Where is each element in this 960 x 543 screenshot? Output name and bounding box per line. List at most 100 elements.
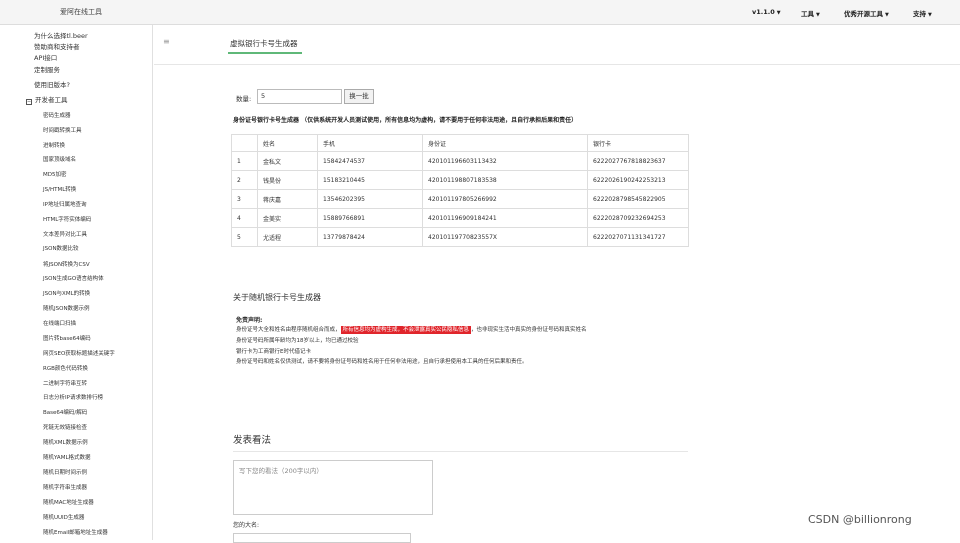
- sidebar-item[interactable]: 随机Email邮箱地址生成器: [43, 528, 108, 536]
- cell-id-card: 420101197805266992: [422, 189, 588, 209]
- sidebar-item[interactable]: JSON与XML的转换: [43, 289, 90, 297]
- tools-menu[interactable]: 工具 ▼: [801, 8, 820, 18]
- count-input[interactable]: 5: [257, 89, 342, 104]
- cell-bank-card: 6222028798545822905: [587, 189, 689, 209]
- menu-toggle-icon[interactable]: ≡: [163, 37, 170, 46]
- cell-name: 金私文: [257, 151, 318, 171]
- sidebar-item[interactable]: 随机MAC地址生成器: [43, 498, 94, 506]
- generator-notice: 身份证号银行卡号生成器 （仅供系统开发人员测试使用，所有信息均为虚构，请不要用于…: [233, 117, 578, 124]
- active-tab-indicator: [228, 52, 302, 54]
- sidebar-item[interactable]: 随机UUID生成器: [43, 513, 84, 521]
- column-header: 手机: [317, 134, 423, 152]
- sidebar-item[interactable]: 随机XML数据示例: [43, 438, 88, 446]
- sidebar-item[interactable]: 密码生成器: [43, 111, 71, 119]
- sidebar-item[interactable]: 文本差异对比工具: [43, 230, 87, 238]
- refresh-button[interactable]: 换一批: [344, 89, 374, 104]
- cell-id-card: 420101198807183538: [422, 170, 588, 190]
- cell-index: 3: [231, 189, 258, 209]
- sidebar-item[interactable]: 网页SEO获取标题描述关键字: [43, 349, 115, 357]
- table-row: 3 蒋庆嘉 13546202395 420101197805266992 622…: [231, 189, 689, 209]
- collapse-icon[interactable]: −: [26, 99, 32, 105]
- sidebar-item[interactable]: 死链无效链接检查: [43, 423, 87, 431]
- sidebar-item[interactable]: 随机JSON数据示例: [43, 304, 90, 312]
- cell-name: 蒋庆嘉: [257, 189, 318, 209]
- caret-down-icon: ▼: [816, 12, 820, 18]
- sidebar-item[interactable]: 将JSON转换为CSV: [43, 260, 90, 268]
- table-row: 1 金私文 15842474537 420101196603113432 622…: [231, 151, 689, 171]
- sidebar-group-dev-tools[interactable]: − 开发者工具: [26, 94, 68, 105]
- sidebar-item[interactable]: JS/HTML转换: [43, 185, 76, 193]
- sidebar: 为什么选择tl.beer 赞助商和支持者 API接口 定制服务 使用旧版本? −…: [0, 25, 153, 540]
- cell-name: 钱昊份: [257, 170, 318, 190]
- cell-index: 4: [231, 208, 258, 228]
- disclaimer-highlight: 所有信息均为虚构生成，不会泄露真实公民隐私信息: [340, 326, 472, 334]
- disclaimer-line: 银行卡为工商银行E时代借记卡: [236, 349, 311, 355]
- cell-id-card: 420101196603113432: [422, 151, 588, 171]
- cell-id-card: 420101196909184241: [422, 208, 588, 228]
- sidebar-item[interactable]: 在线端口扫描: [43, 319, 76, 327]
- cell-phone: 13779878424: [317, 227, 423, 247]
- divider: [233, 451, 688, 452]
- disclaimer-line: 身份证号大全和姓名由程序随机组合而成， 所有信息均为虚构生成，不会泄露真实公民隐私…: [236, 326, 587, 334]
- cell-index: 5: [231, 227, 258, 247]
- sidebar-link[interactable]: 赞助商和支持者: [34, 41, 80, 51]
- top-navbar: 爱阿在线工具 v1.1.0 ▼ 工具 ▼ 优秀开源工具 ▼ 支持 ▼: [0, 0, 960, 25]
- sidebar-link[interactable]: API接口: [34, 52, 57, 62]
- column-header: 姓名: [257, 134, 318, 152]
- cell-bank-card: 6222027071131341727: [587, 227, 689, 247]
- table-row: 2 钱昊份 15183210445 420101198807183538 622…: [231, 170, 689, 190]
- cell-bank-card: 6222026190242253213: [587, 170, 689, 190]
- version-menu[interactable]: v1.1.0 ▼: [752, 8, 781, 16]
- disclaimer-title: 免责声明:: [236, 317, 263, 324]
- sidebar-link[interactable]: 为什么选择tl.beer: [34, 30, 88, 40]
- count-label: 数量:: [236, 95, 252, 103]
- sidebar-item[interactable]: 国家顶级域名: [43, 155, 76, 163]
- disclaimer-line: 身份证号码所属年龄均为18岁以上，均已通过校验: [236, 338, 359, 344]
- column-header: 银行卡: [587, 134, 689, 152]
- sidebar-item[interactable]: MD5加密: [43, 170, 66, 178]
- sidebar-item[interactable]: 随机字符串生成器: [43, 483, 87, 491]
- content-header: ≡ 虚拟银行卡号生成器: [154, 25, 960, 65]
- sidebar-item[interactable]: JSON生成GO语言结构体: [43, 274, 104, 282]
- sidebar-item[interactable]: 随机YAML格式数据: [43, 453, 91, 461]
- sidebar-item[interactable]: 随机日期时间示例: [43, 468, 87, 476]
- sidebar-item[interactable]: 时间戳转换工具: [43, 126, 82, 134]
- open-source-menu[interactable]: 优秀开源工具 ▼: [844, 8, 889, 18]
- comment-section-title: 发表看法: [233, 435, 272, 446]
- tab-bank-card-generator[interactable]: 虚拟银行卡号生成器: [230, 38, 298, 49]
- cell-name: 金美实: [257, 208, 318, 228]
- sidebar-item[interactable]: 日志分析IP请求数排行榜: [43, 393, 103, 401]
- support-menu[interactable]: 支持 ▼: [913, 8, 932, 18]
- comment-textarea[interactable]: 写下您的看法（200字以内）: [233, 460, 433, 515]
- caret-down-icon: ▼: [928, 12, 932, 18]
- cell-bank-card: 6222028709232694253: [587, 208, 689, 228]
- table-header-row: 姓名 手机 身份证 银行卡: [231, 134, 689, 152]
- cell-phone: 15842474537: [317, 151, 423, 171]
- table-row: 4 金美实 15889766891 420101196909184241 622…: [231, 208, 689, 228]
- table-row: 5 尤适程 13779878424 420101197708235​57X 62…: [231, 227, 689, 247]
- sidebar-item[interactable]: 二进制字符串互转: [43, 379, 87, 387]
- caret-down-icon: ▼: [776, 10, 781, 16]
- cell-phone: 15183210445: [317, 170, 423, 190]
- sidebar-item[interactable]: HTML字符实体编码: [43, 215, 91, 223]
- sidebar-item[interactable]: 图片转base64编码: [43, 334, 91, 342]
- column-header: [231, 134, 258, 152]
- about-section-title: 关于随机银行卡号生成器: [233, 293, 321, 302]
- sidebar-item[interactable]: RGB颜色代码转换: [43, 364, 88, 372]
- cell-id-card: 420101197708235​57X: [422, 227, 588, 247]
- cell-name: 尤适程: [257, 227, 318, 247]
- generated-data-table: 姓名 手机 身份证 银行卡 1 金私文 15842474537 42010119…: [231, 134, 689, 247]
- sidebar-item[interactable]: IP地址归属地查询: [43, 200, 86, 208]
- cell-phone: 13546202395: [317, 189, 423, 209]
- site-brand[interactable]: 爱阿在线工具: [60, 7, 102, 17]
- sidebar-link[interactable]: 使用旧版本?: [34, 79, 70, 89]
- name-input[interactable]: [233, 533, 411, 543]
- sidebar-item[interactable]: 进制转换: [43, 141, 65, 149]
- column-header: 身份证: [422, 134, 588, 152]
- cell-phone: 15889766891: [317, 208, 423, 228]
- sidebar-link[interactable]: 定制服务: [34, 64, 60, 74]
- disclaimer-line: 身份证号码和姓名仅供测试，请不要将身份证号码和姓名用于任何非法用途，且自行承担使…: [236, 359, 528, 365]
- watermark: CSDN @billionrong: [808, 513, 912, 526]
- sidebar-item[interactable]: Base64编码/解码: [43, 408, 87, 416]
- sidebar-item[interactable]: JSON数据比较: [43, 244, 79, 252]
